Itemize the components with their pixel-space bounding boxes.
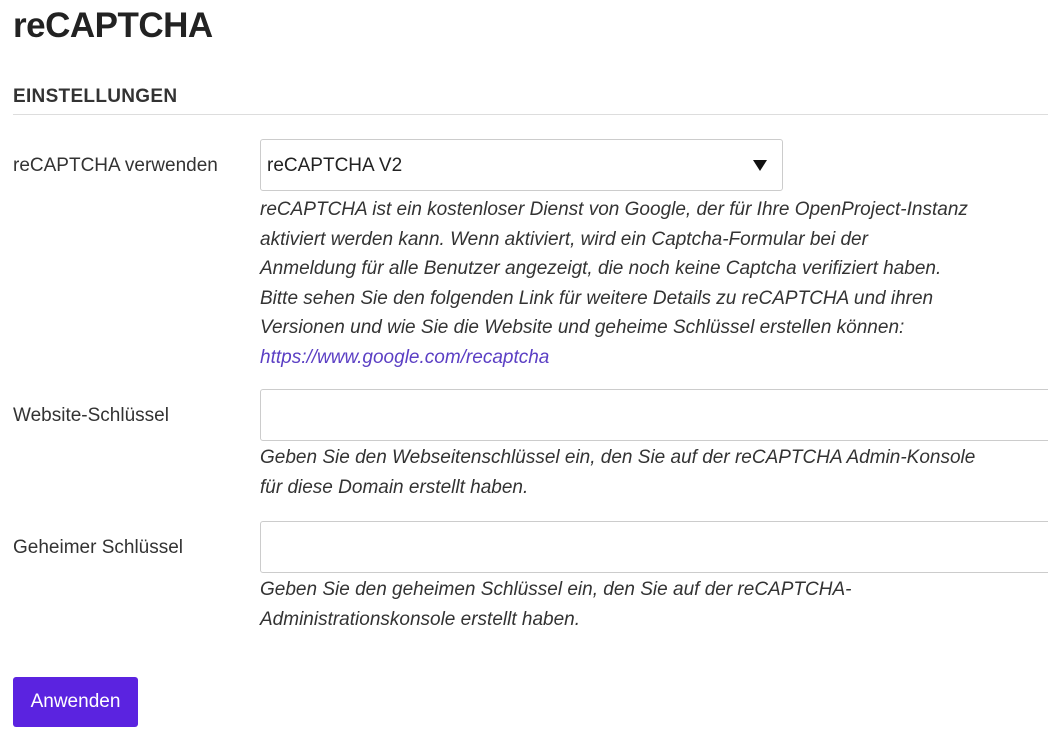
recaptcha-info-link[interactable]: https://www.google.com/recaptcha xyxy=(260,347,549,368)
recaptcha-mode-label: reCAPTCHA verwenden xyxy=(13,155,218,176)
secret-key-help: Geben Sie den geheimen Schlüssel ein, de… xyxy=(260,575,851,634)
help-line: Anmeldung für alle Benutzer angezeigt, d… xyxy=(260,258,942,279)
help-line: Geben Sie den geheimen Schlüssel ein, de… xyxy=(260,579,852,600)
caret-down-icon xyxy=(753,160,767,171)
recaptcha-settings-page: reCAPTCHA EINSTELLUNGEN reCAPTCHA verwen… xyxy=(0,0,1048,754)
section-divider xyxy=(13,114,1048,115)
help-line: Bitte sehen Sie den folgenden Link für w… xyxy=(260,287,934,309)
help-line: Versionen und wie Sie die Website und ge… xyxy=(260,317,905,338)
recaptcha-mode-help: reCAPTCHA ist ein kostenloser Dienst von… xyxy=(260,195,968,372)
help-line: für diese Domain erstellt haben. xyxy=(260,476,529,498)
recaptcha-mode-selected-value: reCAPTCHA V2 xyxy=(267,155,403,176)
website-key-input[interactable] xyxy=(260,389,1048,441)
help-line: aktiviert werden kann. Wenn aktiviert, w… xyxy=(260,228,868,250)
recaptcha-mode-select[interactable]: reCAPTCHA V2 xyxy=(260,139,783,191)
help-line: Administrationskonsole erstellt haben. xyxy=(260,608,581,630)
help-line: reCAPTCHA ist ein kostenloser Dienst von… xyxy=(260,199,968,220)
secret-key-input[interactable] xyxy=(260,521,1048,573)
secret-key-label: Geheimer Schlüssel xyxy=(13,537,184,558)
apply-button[interactable]: Anwenden xyxy=(13,677,138,727)
section-title: EINSTELLUNGEN xyxy=(13,86,178,107)
website-key-label: Website-Schlüssel xyxy=(13,405,169,426)
help-line: Geben Sie den Webseitenschlüssel ein, de… xyxy=(260,447,976,468)
website-key-help: Geben Sie den Webseitenschlüssel ein, de… xyxy=(260,443,975,502)
page-title: reCAPTCHA xyxy=(13,6,213,45)
